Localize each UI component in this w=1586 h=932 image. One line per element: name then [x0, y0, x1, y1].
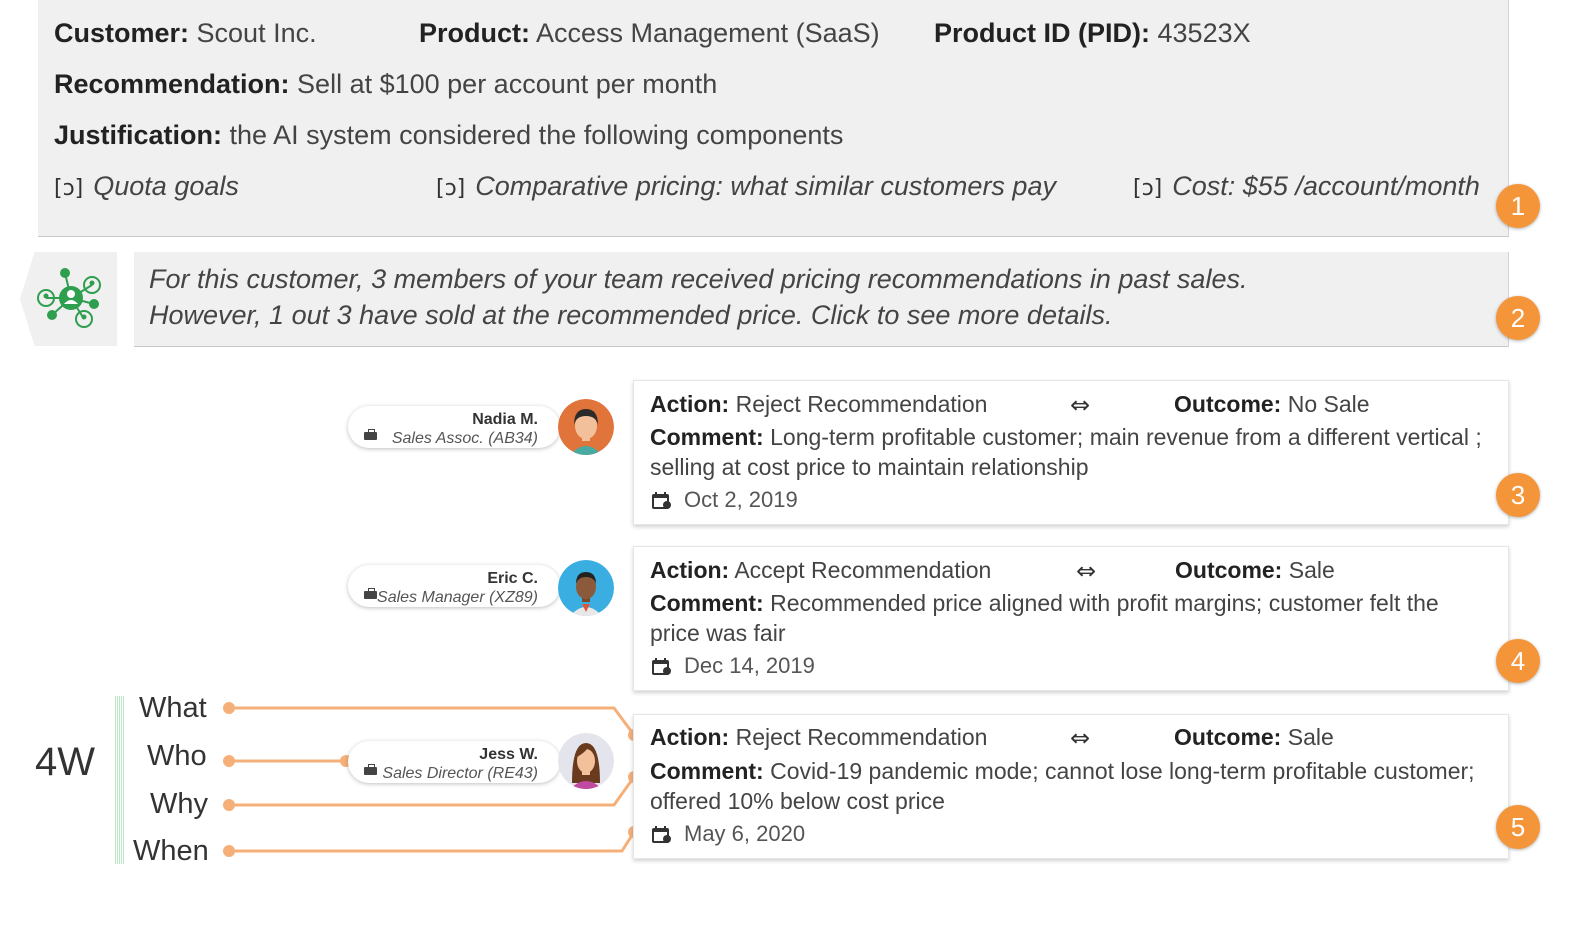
- step-badge-5: 5: [1496, 805, 1540, 849]
- outcome-field: Outcome: Sale: [1174, 724, 1334, 751]
- comment-value: Covid-19 pandemic mode; cannot lose long…: [650, 758, 1475, 814]
- outcome-label: Outcome:: [1174, 724, 1282, 750]
- person-role: Sales Director (RE43): [382, 765, 538, 782]
- person-tag-jess: Jess W. Sales Director (RE43): [348, 741, 560, 783]
- comment-field: Comment: Covid-19 pandemic mode; cannot …: [650, 756, 1490, 816]
- record-date: May 6, 2020: [684, 821, 806, 846]
- what-connector: [229, 706, 636, 736]
- calendar-icon: [652, 826, 671, 843]
- person-name: Jess W.: [479, 746, 538, 763]
- action-label: Action:: [650, 724, 730, 750]
- double-arrow-icon: ⇔: [1070, 724, 1091, 752]
- outcome-value: Sale: [1287, 724, 1334, 750]
- briefcase-icon: [364, 764, 377, 775]
- comment-label: Comment:: [650, 758, 764, 784]
- action-field: Action: Reject Recommendation: [650, 724, 987, 751]
- avatar-jess: [558, 733, 614, 789]
- record-card-jess[interactable]: Action: Reject Recommendation ⇔ Outcome:…: [633, 714, 1509, 859]
- action-value: Reject Recommendation: [735, 724, 988, 750]
- when-connector: [229, 831, 636, 853]
